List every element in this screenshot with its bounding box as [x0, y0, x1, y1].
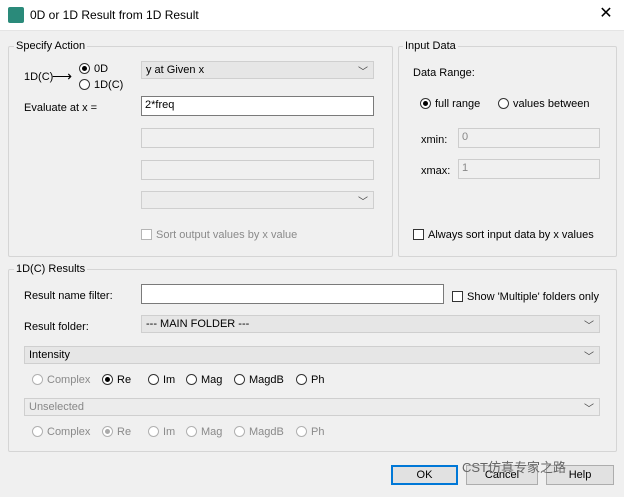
radio-0d[interactable]	[79, 63, 90, 74]
result-filter-label: Result name filter:	[24, 290, 113, 302]
chevron-down-icon: ﹀	[584, 404, 594, 415]
chevron-down-icon: ﹀	[358, 67, 368, 78]
complex-label-1: Complex	[47, 374, 91, 386]
ph-label-2: Ph	[311, 426, 325, 438]
radio-complex-1	[32, 374, 43, 385]
magdb-label-2: MagdB	[249, 426, 284, 438]
complex-label-2: Complex	[47, 426, 91, 438]
window-title: 0D or 1D Result from 1D Result	[30, 8, 199, 22]
result-combo[interactable]: Intensity ﹀	[24, 346, 600, 364]
action-combo-value: y at Given x	[146, 64, 205, 76]
full-range-label: full range	[435, 98, 481, 110]
radio-complex-2	[32, 426, 43, 437]
radio-ph-2	[296, 426, 307, 437]
evaluate-input[interactable]: 2*freq	[141, 96, 374, 116]
im-label-1: Im	[163, 374, 176, 386]
xmin-label: xmin:	[421, 134, 448, 146]
chevron-down-icon[interactable]: ﹀	[584, 348, 594, 363]
action-combo[interactable]: y at Given x ﹀	[141, 61, 374, 79]
evaluate-label: Evaluate at x =	[24, 102, 98, 114]
chevron-down-icon: ﹀	[358, 197, 368, 208]
radio-full-range[interactable]	[420, 98, 431, 109]
radio-magdb-2	[234, 426, 245, 437]
radio-ph-1[interactable]	[296, 374, 307, 385]
xmax-input: 1	[458, 159, 600, 179]
input-data-legend: Input Data	[403, 40, 458, 52]
result-folder-label: Result folder:	[24, 321, 89, 333]
mag-label-2: Mag	[201, 426, 223, 438]
radio-im-2	[148, 426, 159, 437]
chevron-down-icon[interactable]: ﹀	[584, 317, 594, 332]
second-result-value: Unselected	[29, 401, 85, 413]
ph-label-1: Ph	[311, 374, 325, 386]
data-range-label: Data Range:	[413, 67, 475, 79]
result-folder-combo[interactable]: --- MAIN FOLDER --- ﹀	[141, 315, 600, 333]
xmin-input: 0	[458, 128, 600, 148]
radio-values-between[interactable]	[498, 98, 509, 109]
source-label: 1D(C)	[24, 71, 54, 83]
param-input-2	[141, 128, 374, 148]
param-combo: ﹀	[141, 191, 374, 209]
xmax-label: xmax:	[421, 165, 451, 177]
app-icon	[8, 7, 24, 23]
sort-output-checkbox	[141, 229, 152, 240]
radio-re-1[interactable]	[102, 374, 113, 385]
radio-mag-2	[186, 426, 197, 437]
im-label-2: Im	[163, 426, 176, 438]
show-multiple-label: Show 'Multiple' folders only	[467, 291, 599, 303]
ok-button[interactable]: OK	[391, 465, 458, 485]
always-sort-label: Always sort input data by x values	[428, 229, 594, 241]
radio-1dc[interactable]	[79, 79, 90, 90]
re-label-1: Re	[117, 374, 132, 386]
mag-label-1: Mag	[201, 374, 223, 386]
result-folder-value: --- MAIN FOLDER ---	[146, 318, 250, 330]
values-between-label: values between	[513, 98, 590, 110]
show-multiple-checkbox[interactable]	[452, 291, 463, 302]
specify-action-legend: Specify Action	[14, 40, 88, 52]
radio-re-2	[102, 426, 113, 437]
re-label-2: Re	[117, 426, 132, 438]
close-icon[interactable]: ✕	[594, 4, 618, 24]
results-legend: 1D(C) Results	[14, 263, 88, 275]
sort-output-label: Sort output values by x value	[156, 229, 298, 241]
result-filter-input[interactable]	[141, 284, 444, 304]
radio-mag-1[interactable]	[186, 374, 197, 385]
radio-im-1[interactable]	[148, 374, 159, 385]
radio-magdb-1[interactable]	[234, 374, 245, 385]
param-input-3	[141, 160, 374, 180]
second-result-combo: Unselected ﹀	[24, 398, 600, 416]
result-combo-value: Intensity	[29, 349, 70, 361]
title-bar: 0D or 1D Result from 1D Result ✕	[0, 0, 624, 31]
watermark: CST仿真专家之路	[462, 460, 567, 475]
magdb-label-1: MagdB	[249, 374, 284, 386]
always-sort-checkbox[interactable]	[413, 229, 424, 240]
radio-1dc-label: 1D(C)	[94, 79, 124, 91]
arrow-icon: ⟶	[52, 68, 73, 84]
radio-0d-label: 0D	[94, 63, 109, 75]
